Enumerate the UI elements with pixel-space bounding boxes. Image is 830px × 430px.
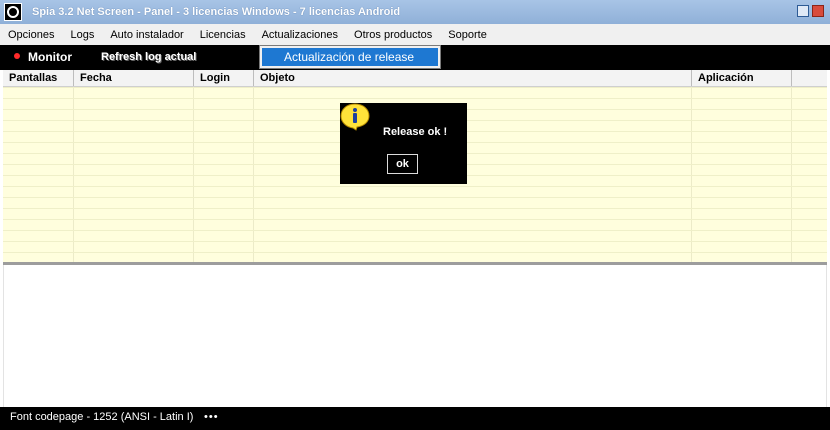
column-pantallas[interactable]: Pantallas: [3, 70, 74, 86]
window-title: Spia 3.2 Net Screen - Panel - 3 licencia…: [32, 6, 401, 18]
column-fecha[interactable]: Fecha: [74, 70, 194, 86]
column-objeto[interactable]: Objeto: [254, 70, 692, 86]
column-aplicacion[interactable]: Aplicación: [692, 70, 792, 86]
window-controls: [797, 5, 824, 17]
title-bar: Spia 3.2 Net Screen - Panel - 3 licencia…: [0, 0, 830, 24]
menu-logs[interactable]: Logs: [62, 29, 102, 41]
menu-opciones[interactable]: Opciones: [0, 29, 62, 41]
monitor-button[interactable]: Monitor: [28, 50, 72, 64]
menu-actualizaciones[interactable]: Actualizaciones: [254, 29, 346, 41]
menu-licencias[interactable]: Licencias: [192, 29, 254, 41]
table-header: Pantallas Fecha Login Objeto Aplicación: [3, 70, 827, 87]
menu-bar: Opciones Logs Auto instalador Licencias …: [0, 24, 830, 46]
actualizaciones-dropdown: Actualización de release: [259, 45, 441, 69]
close-button[interactable]: [812, 5, 824, 17]
minimize-button[interactable]: [797, 5, 809, 17]
ok-button[interactable]: ok: [387, 154, 418, 174]
status-text: Font codepage - 1252 (ANSI - Latin I): [10, 411, 194, 423]
dialog-message: Release ok !: [383, 126, 448, 138]
column-login[interactable]: Login: [194, 70, 254, 86]
menu-item-actualizacion-release[interactable]: Actualización de release: [262, 48, 438, 66]
refresh-log-button[interactable]: Refresh log actual: [101, 51, 196, 63]
menu-auto-instalador[interactable]: Auto instalador: [102, 29, 191, 41]
more-icon[interactable]: •••: [204, 411, 219, 423]
app-icon[interactable]: [4, 3, 22, 21]
message-dialog: Release ok ! ok: [340, 103, 467, 184]
detail-pane[interactable]: [3, 265, 827, 407]
status-bar: Font codepage - 1252 (ANSI - Latin I) ••…: [0, 407, 830, 430]
menu-otros-productos[interactable]: Otros productos: [346, 29, 440, 41]
info-icon: [340, 103, 370, 131]
status-dot-icon: [14, 53, 20, 59]
menu-soporte[interactable]: Soporte: [440, 29, 495, 41]
